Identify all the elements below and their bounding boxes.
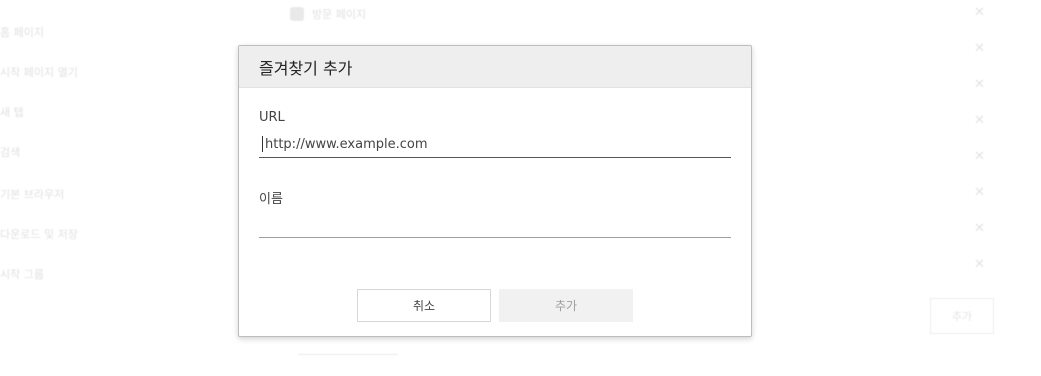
close-icon: ✕ (974, 77, 985, 92)
url-input[interactable] (259, 132, 731, 158)
dialog-header: 즐겨찾기 추가 (239, 46, 751, 88)
background-sidebar-item: 다운로드 및 저장 (0, 228, 78, 241)
background-list-item-label: 방문 페이지 (312, 8, 367, 21)
add-favorite-dialog: 즐겨찾기 추가 URL 이름 취소 추가 (238, 45, 752, 337)
background-list-item: 방문 페이지 (290, 6, 366, 22)
background-sidebar-item: 홈 페이지 (0, 26, 44, 39)
close-icon: ✕ (974, 221, 985, 236)
close-icon: ✕ (974, 41, 985, 56)
dialog-title: 즐겨찾기 추가 (259, 58, 353, 78)
background-sidebar-item: 기본 브라우저 (0, 188, 65, 201)
url-label: URL (259, 110, 285, 125)
favicon-icon (290, 7, 304, 21)
cancel-button[interactable]: 취소 (357, 289, 491, 322)
close-icon: ✕ (974, 113, 985, 128)
name-label: 이름 (259, 192, 283, 207)
close-icon: ✕ (974, 257, 985, 272)
background-sidebar-item: 시작 페이지 열기 (0, 66, 78, 79)
close-icon: ✕ (974, 149, 985, 164)
close-icon: ✕ (974, 185, 985, 200)
background-sidebar-item: 시작 그룹 (0, 268, 44, 281)
divider (298, 354, 398, 355)
background-sidebar-item: 검색 (0, 146, 21, 159)
name-input[interactable] (259, 212, 731, 238)
add-button[interactable]: 추가 (499, 289, 633, 322)
background-add-button: 추가 (930, 298, 994, 334)
close-icon: ✕ (974, 5, 985, 20)
background-sidebar-item: 새 탭 (0, 106, 24, 119)
text-cursor (262, 136, 263, 152)
